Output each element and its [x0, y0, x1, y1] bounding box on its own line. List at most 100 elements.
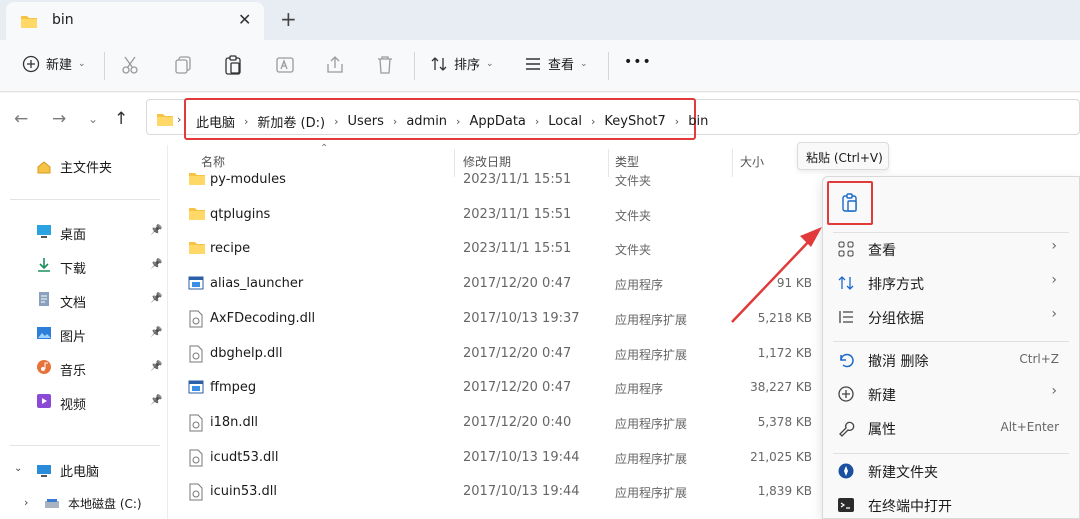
file-size: 1,839 KB [757, 484, 812, 499]
sidebar-item-6[interactable]: 视频 [36, 393, 86, 413]
sidebar-item-4[interactable]: 图片 [36, 325, 86, 345]
close-icon[interactable]: ✕ [238, 10, 251, 29]
pin-icon[interactable]: 📌 [150, 259, 162, 270]
sidebar-item-2[interactable]: 下载 [36, 257, 86, 277]
breadcrumb-chevron-icon[interactable]: › [334, 115, 338, 128]
file-row[interactable]: icuin53.dll 2017/10/13 19:44 应用程序扩展 1,839 K… [180, 475, 820, 509]
more-options-button[interactable]: ••• [624, 54, 652, 70]
menu-item-label: 在终端中打开 [868, 499, 952, 515]
folder-icon [188, 171, 206, 189]
sidebar-item-3[interactable]: 文档 [36, 291, 86, 311]
paste-icon[interactable] [222, 54, 244, 76]
chevron-right-icon: › [1051, 238, 1057, 254]
menu-item-5[interactable]: 新建 › [823, 378, 1080, 410]
sidebar-item-5[interactable]: 音乐 [36, 359, 86, 379]
document-icon [36, 291, 52, 311]
new-tab-button[interactable]: + [280, 7, 297, 31]
file-date: 2023/11/1 15:51 [463, 172, 572, 187]
menu-divider [833, 453, 1069, 454]
rename-icon[interactable] [274, 54, 296, 76]
expand-chevron-icon[interactable]: ⌄ [14, 463, 22, 474]
view-list-icon [526, 57, 540, 70]
copy-icon[interactable] [172, 54, 194, 76]
grid-icon [837, 240, 855, 258]
sidebar-item-local-disk[interactable]: 本地磁盘 (C:) [44, 495, 142, 512]
up-arrow-icon[interactable]: ↑ [114, 109, 128, 129]
file-size: 21,025 KB [750, 449, 812, 464]
dll-file-icon [188, 414, 206, 432]
sidebar-item-label: 主文件夹 [60, 161, 113, 176]
command-bar: 新建 ⌄ 排序 ⌄ 查看 ⌄ ••• [0, 40, 1080, 92]
pin-icon[interactable]: 📌 [150, 361, 162, 372]
folder-icon [188, 206, 206, 224]
pin-icon[interactable]: 📌 [150, 225, 162, 236]
pin-icon[interactable]: 📌 [150, 293, 162, 304]
breadcrumb-item[interactable]: AppData [469, 114, 525, 129]
breadcrumb-item[interactable]: bin [688, 114, 708, 129]
download-icon [36, 257, 52, 277]
file-row[interactable]: AxFDecoding.dll 2017/10/13 19:37 应用程序扩展 5,2… [180, 302, 820, 336]
breadcrumb-chevron-icon[interactable]: › [177, 113, 181, 126]
breadcrumb-chevron-icon[interactable]: › [535, 115, 539, 128]
terminal-icon [837, 496, 855, 514]
paste-button[interactable] [827, 181, 873, 225]
file-row[interactable]: dbghelp.dll 2017/12/20 0:47 应用程序扩展 1,172 KB [180, 337, 820, 371]
file-row[interactable]: icudt53.dll 2017/10/13 19:44 应用程序扩展 21,025 … [180, 441, 820, 475]
file-row[interactable]: ffmpeg 2017/12/20 0:47 应用程序 38,227 KB [180, 371, 820, 405]
tab-bin[interactable]: bin ✕ [6, 2, 264, 40]
breadcrumb-chevron-icon[interactable]: › [456, 115, 460, 128]
sidebar-item-this-pc[interactable]: 此电脑 [36, 461, 99, 480]
pin-icon[interactable]: 📌 [150, 327, 162, 338]
file-type: 应用程序扩展 [615, 347, 688, 362]
folder-icon [156, 112, 174, 131]
menu-item-8[interactable]: 在终端中打开 [823, 489, 1080, 519]
cut-icon[interactable] [120, 54, 142, 76]
menu-item-4[interactable]: 撤消 删除 Ctrl+Z [823, 344, 1080, 376]
file-row[interactable]: qtplugins 2023/11/1 15:51 文件夹 [180, 198, 820, 232]
file-row[interactable]: recipe 2023/11/1 15:51 文件夹 [180, 232, 820, 266]
menu-item-3[interactable]: 分组依据 › [823, 301, 1080, 333]
breadcrumb-item[interactable]: admin [406, 114, 447, 129]
breadcrumb-item[interactable]: KeyShot7 [604, 114, 665, 129]
menu-item-1[interactable]: 查看 › [823, 233, 1080, 265]
new-button[interactable]: 新建 ⌄ [22, 54, 86, 73]
file-row[interactable]: i18n.dll 2017/12/20 0:40 应用程序扩展 5,378 KB [180, 406, 820, 440]
sidebar-item-1[interactable]: 桌面 [36, 223, 86, 243]
expand-chevron-icon[interactable]: › [24, 496, 28, 509]
delete-icon[interactable] [374, 54, 396, 76]
breadcrumb-chevron-icon[interactable]: › [675, 115, 679, 128]
file-name: qtplugins [210, 206, 271, 222]
toolbar-divider [608, 52, 609, 80]
file-date: 2017/12/20 0:47 [463, 276, 572, 292]
context-menu: 查看 › 排序方式 › 分组依据 › 撤消 删除 Ctrl+Z 新建 › 属性 Alt+Enter 新建… [822, 176, 1080, 519]
back-arrow-icon[interactable]: ← [14, 109, 28, 129]
breadcrumb-item[interactable]: Local [548, 114, 582, 129]
dll-file-icon [188, 345, 206, 363]
forward-arrow-icon[interactable]: → [52, 109, 66, 129]
breadcrumb-chevron-icon[interactable]: › [591, 115, 595, 128]
file-date: 2017/12/20 0:47 [463, 380, 572, 396]
file-date: 2017/10/13 19:44 [463, 449, 580, 465]
breadcrumb-chevron-icon[interactable]: › [393, 115, 397, 128]
menu-item-label: 新建文件夹 [868, 465, 938, 481]
file-name: recipe [210, 241, 251, 257]
breadcrumb-item[interactable]: 此电脑 [196, 112, 235, 131]
breadcrumb-chevron-icon[interactable]: › [244, 115, 248, 128]
breadcrumb-item[interactable]: Users [348, 114, 384, 129]
sidebar-item-home[interactable]: 主文件夹 [36, 157, 112, 176]
menu-item-2[interactable]: 排序方式 › [823, 267, 1080, 299]
drive-icon [45, 498, 59, 508]
file-row[interactable]: alias_launcher 2017/12/20 0:47 应用程序 91 KB [180, 267, 820, 301]
breadcrumb-item[interactable]: 新加卷 (D:) [257, 112, 325, 131]
pin-icon[interactable]: 📌 [150, 395, 162, 406]
menu-item-7[interactable]: 新建文件夹 [823, 455, 1080, 487]
menu-item-6[interactable]: 属性 Alt+Enter [823, 412, 1080, 444]
sidebar-item-label: 音乐 [60, 363, 87, 379]
share-icon[interactable] [324, 54, 346, 76]
recent-locations-chevron-icon[interactable]: ⌄ [88, 112, 98, 126]
sort-button[interactable]: 排序 ⌄ [430, 54, 494, 73]
menu-item-shortcut: Ctrl+Z [1019, 352, 1059, 366]
file-row[interactable]: py-modules 2023/11/1 15:51 文件夹 [180, 163, 820, 197]
view-button[interactable]: 查看 ⌄ [524, 54, 588, 73]
folder-icon [188, 240, 206, 258]
